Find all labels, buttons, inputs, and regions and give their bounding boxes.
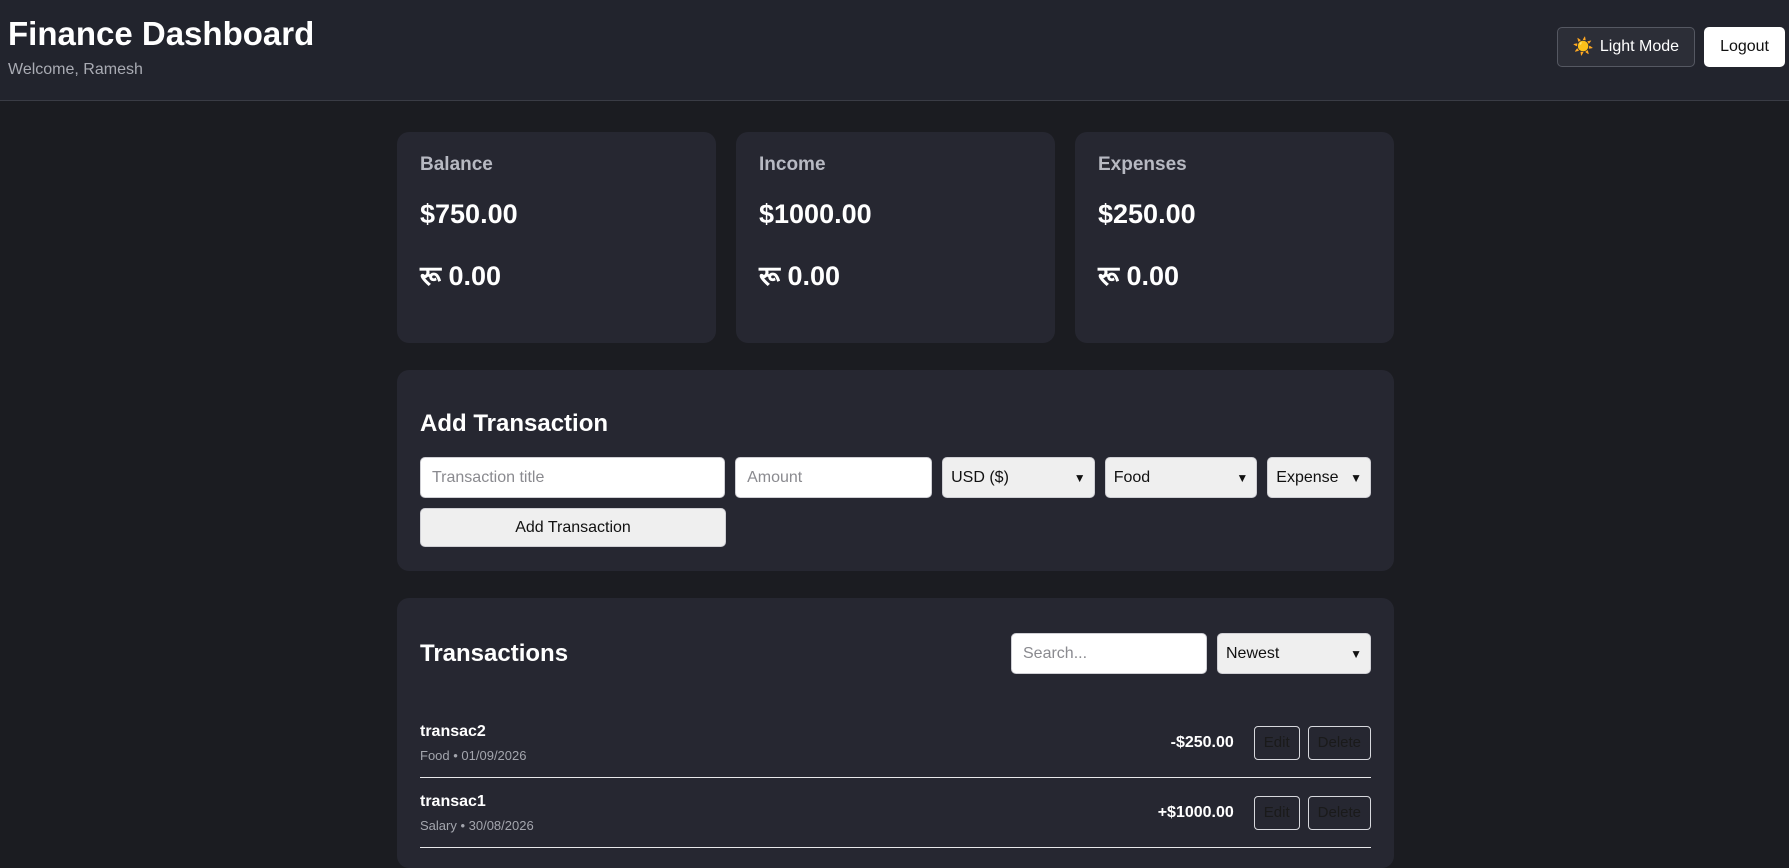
top-bar: Finance Dashboard Welcome, Ramesh ☀️ Lig…: [0, 0, 1789, 101]
transactions-controls: Newest ▼: [1011, 633, 1371, 674]
add-transaction-button[interactable]: Add Transaction: [420, 508, 726, 547]
transaction-row: transac2 Food • 01/09/2026 -$250.00 Edit…: [420, 708, 1371, 778]
currency-select[interactable]: USD ($) ▼: [942, 457, 1095, 498]
delete-button[interactable]: Delete: [1307, 725, 1371, 760]
edit-button[interactable]: Edit: [1253, 725, 1300, 760]
card-label: Income: [759, 154, 826, 175]
transaction-info: transac2 Food • 01/09/2026: [420, 723, 526, 763]
theme-toggle-label: Light Mode: [1599, 38, 1680, 55]
chevron-down-icon: ▼: [1350, 646, 1362, 661]
transactions-heading: Transactions: [420, 639, 569, 667]
transaction-title-input[interactable]: [420, 457, 726, 498]
main-content: Balance $750.00 रू 0.00 Income $1000.00 …: [397, 132, 1394, 868]
transaction-list: transac2 Food • 01/09/2026 -$250.00 Edit…: [420, 708, 1371, 848]
transaction-row: transac1 Salary • 30/08/2026 +$1000.00 E…: [420, 778, 1371, 848]
card-npr-value: रू 0.00: [1098, 261, 1180, 291]
summary-cards: Balance $750.00 रू 0.00 Income $1000.00 …: [397, 132, 1394, 343]
transactions-panel: Transactions Newest ▼ transac2 Food • 01…: [397, 598, 1394, 868]
add-transaction-heading: Add Transaction: [420, 410, 609, 437]
card-usd-value: $750.00: [420, 199, 518, 229]
transaction-info: transac1 Salary • 30/08/2026: [420, 793, 534, 833]
transaction-meta: Food • 01/09/2026: [420, 747, 527, 763]
type-selected: Expense: [1276, 468, 1339, 486]
top-actions: ☀️ Light Mode Logout: [1556, 27, 1785, 67]
theme-toggle-button[interactable]: ☀️ Light Mode: [1556, 27, 1696, 67]
welcome-text: Welcome, Ramesh: [8, 61, 143, 78]
transaction-amount: -$250.00: [1170, 733, 1234, 751]
balance-card: Balance $750.00 रू 0.00: [397, 132, 716, 343]
type-select[interactable]: Expense ▼: [1267, 457, 1371, 498]
transaction-meta: Salary • 30/08/2026: [420, 817, 534, 833]
category-selected: Food: [1113, 468, 1151, 486]
card-label: Expenses: [1098, 154, 1187, 175]
currency-selected: USD ($): [951, 468, 1009, 486]
edit-button[interactable]: Edit: [1253, 795, 1300, 830]
transaction-name: transac2: [420, 722, 486, 740]
card-npr-value: रू 0.00: [759, 261, 841, 291]
card-label: Balance: [420, 154, 493, 175]
transaction-name: transac1: [420, 792, 486, 810]
transactions-header: Transactions Newest ▼: [420, 633, 1371, 674]
delete-button[interactable]: Delete: [1307, 795, 1371, 830]
category-select[interactable]: Food ▼: [1104, 457, 1258, 498]
sun-icon: ☀️: [1572, 37, 1594, 56]
transaction-actions: -$250.00 Edit Delete: [1170, 725, 1371, 760]
transaction-actions: +$1000.00 Edit Delete: [1157, 795, 1371, 830]
logout-button[interactable]: Logout: [1704, 27, 1785, 67]
chevron-down-icon: ▼: [1236, 470, 1249, 485]
income-card: Income $1000.00 रू 0.00: [736, 132, 1055, 343]
card-npr-value: रू 0.00: [420, 261, 502, 291]
search-input[interactable]: [1011, 633, 1207, 674]
brand: Finance Dashboard Welcome, Ramesh: [8, 14, 314, 79]
expenses-card: Expenses $250.00 रू 0.00: [1075, 132, 1394, 343]
sort-selected: Newest: [1226, 644, 1280, 662]
card-usd-value: $250.00: [1098, 199, 1196, 229]
sort-select[interactable]: Newest ▼: [1217, 633, 1371, 674]
amount-input[interactable]: [735, 457, 933, 498]
add-transaction-form: USD ($) ▼ Food ▼ Expense ▼: [420, 457, 1371, 498]
add-transaction-panel: Add Transaction USD ($) ▼ Food ▼ Expense…: [397, 370, 1394, 571]
page-title: Finance Dashboard: [8, 15, 315, 52]
card-usd-value: $1000.00: [759, 199, 872, 229]
chevron-down-icon: ▼: [1073, 470, 1086, 485]
transaction-amount: +$1000.00: [1157, 803, 1234, 821]
chevron-down-icon: ▼: [1350, 470, 1362, 485]
